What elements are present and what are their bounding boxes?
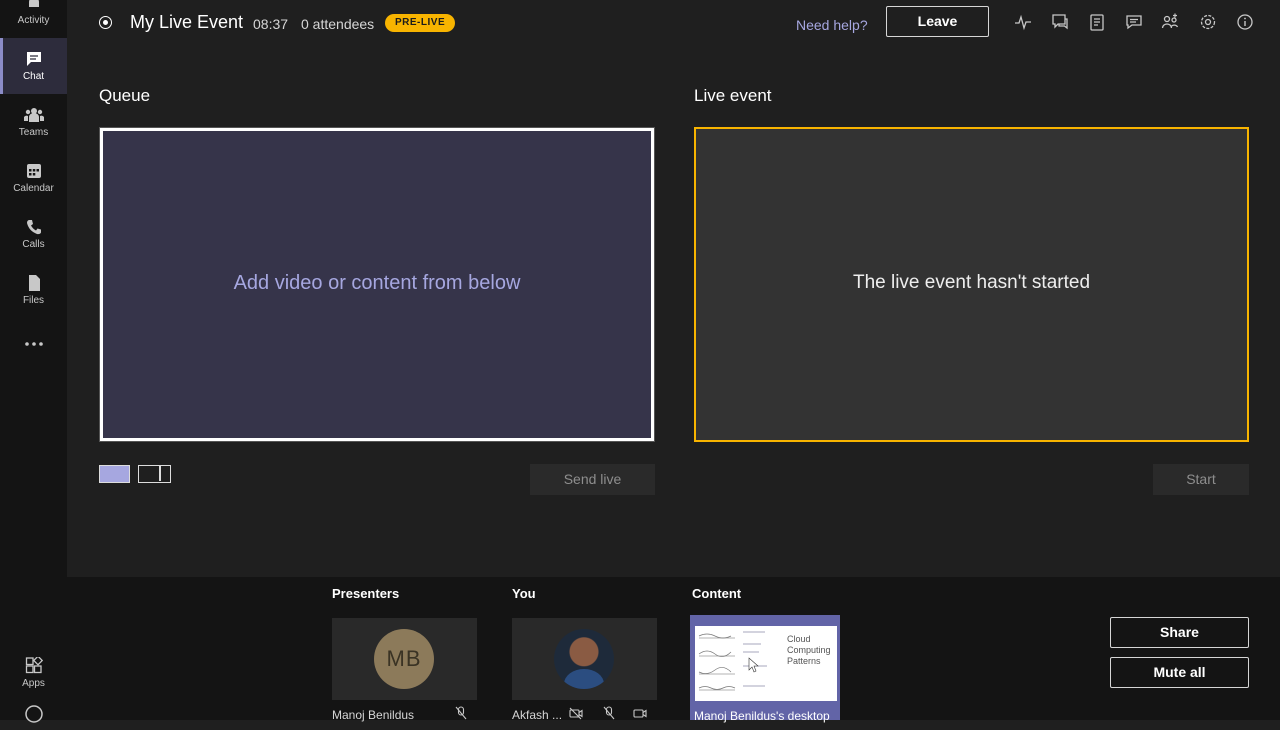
phone-icon [26, 220, 41, 235]
apps-icon [25, 657, 43, 674]
chat-icon [26, 52, 41, 66]
need-help-link[interactable]: Need help? [796, 17, 868, 33]
participants-icon[interactable] [1161, 13, 1179, 31]
rail-item-calls[interactable]: Calls [0, 206, 67, 262]
start-button[interactable]: Start [1153, 464, 1249, 495]
recording-icon [99, 16, 112, 29]
you-heading: You [512, 586, 536, 601]
avatar: MB [374, 629, 434, 689]
rail-item-label: Chat [22, 71, 45, 82]
bell-icon [28, 0, 39, 9]
queue-placeholder: Add video or content from below [233, 272, 521, 294]
rail-item-label: Activity [17, 15, 50, 26]
info-icon[interactable] [1236, 13, 1254, 31]
rail-item-teams[interactable]: Teams [0, 94, 67, 150]
chat-icon[interactable] [1125, 13, 1143, 31]
live-status-text: The live event hasn't started [852, 272, 1091, 293]
rail-item-label: Calls [22, 239, 45, 250]
live-stage: The live event hasn't started [694, 127, 1249, 442]
slide-preview-image [698, 631, 767, 691]
rail-item-calendar[interactable]: Calendar [0, 150, 67, 206]
thumbnail-title: Cloud Computing Patterns [787, 634, 831, 666]
content-tile[interactable]: Cloud Computing Patterns Manoj Benildus'… [690, 615, 840, 723]
content-heading: Content [692, 586, 742, 601]
meeting-header: My Live Event 08:37 0 attendees PRE-LIVE… [67, 0, 1280, 48]
live-event-heading: Live event [694, 86, 772, 105]
you-tile[interactable] [512, 618, 657, 700]
queue-stage[interactable]: Add video or content from below [99, 127, 655, 442]
sources-tray [67, 577, 1280, 720]
rail-item-label: Apps [22, 678, 45, 689]
file-icon [28, 275, 40, 291]
rail-item-activity[interactable]: Activity [0, 0, 67, 38]
desktop-thumbnail: Cloud Computing Patterns [695, 626, 837, 701]
mic-off-icon[interactable] [602, 706, 616, 720]
send-live-button[interactable]: Send live [530, 464, 655, 495]
leave-button[interactable]: Leave [886, 6, 989, 37]
teams-icon [23, 108, 44, 122]
event-title: My Live Event [130, 12, 244, 32]
event-timer: 08:37 [253, 16, 289, 32]
qa-icon[interactable] [1051, 13, 1069, 31]
help-button[interactable] [0, 700, 67, 730]
single-layout-button[interactable] [99, 465, 130, 483]
presenter-tile[interactable]: MB [332, 618, 477, 700]
rail-item-label: Teams [18, 127, 49, 138]
share-button[interactable]: Share [1110, 617, 1249, 648]
more-apps-button[interactable] [0, 317, 67, 373]
more-icon [24, 341, 43, 346]
health-icon[interactable] [1014, 13, 1032, 31]
rail-item-chat[interactable]: Chat [0, 38, 67, 94]
avatar [554, 629, 614, 689]
calendar-icon [26, 164, 41, 178]
mute-all-button[interactable]: Mute all [1110, 657, 1249, 688]
app-rail: Activity Chat Teams Calendar Calls Files… [0, 0, 67, 723]
mic-off-icon[interactable] [454, 706, 468, 720]
camera-off-icon[interactable] [569, 706, 583, 720]
help-icon [24, 704, 43, 723]
rail-item-label: Files [22, 295, 45, 306]
split-layout-button[interactable] [138, 465, 171, 483]
camera-icon[interactable] [633, 706, 647, 720]
queue-heading: Queue [99, 86, 151, 105]
rail-item-files[interactable]: Files [0, 262, 67, 318]
attendee-count: 0 attendees [301, 16, 375, 32]
rail-item-apps[interactable]: Apps [0, 645, 67, 701]
rail-item-label: Calendar [13, 183, 54, 194]
notes-icon[interactable] [1088, 13, 1106, 31]
content-name: Manoj Benildus's desktop [694, 709, 830, 723]
status-badge: PRE-LIVE [385, 14, 456, 32]
presenters-heading: Presenters [332, 586, 400, 601]
settings-icon[interactable] [1199, 13, 1217, 31]
